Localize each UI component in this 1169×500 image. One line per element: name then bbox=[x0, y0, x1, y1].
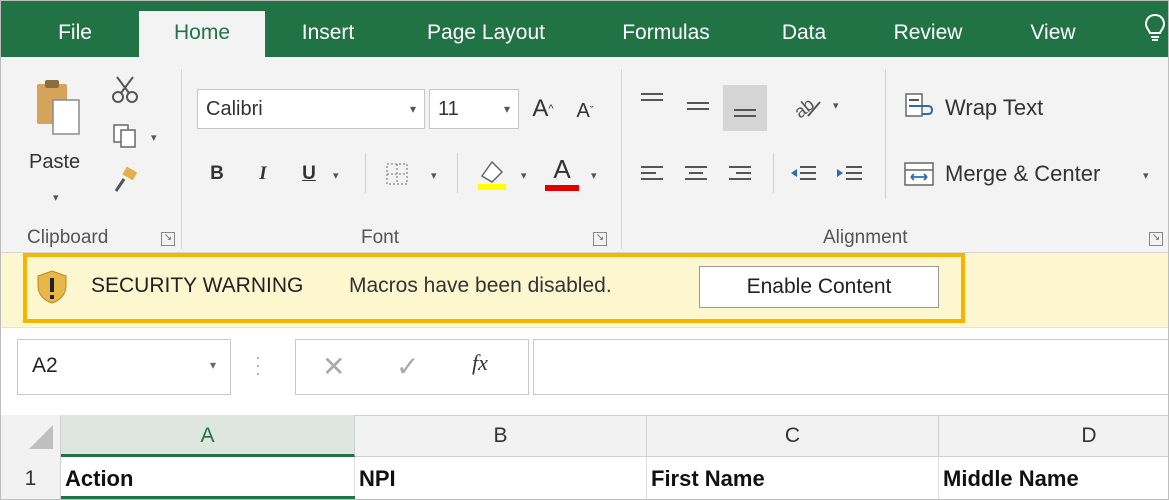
font-color-swatch bbox=[545, 185, 579, 191]
tab-page-layout[interactable]: Page Layout bbox=[405, 9, 567, 57]
copy-icon[interactable] bbox=[107, 121, 143, 151]
fill-color-icon[interactable] bbox=[471, 153, 513, 193]
alignment-launcher-icon[interactable]: ↘ bbox=[1149, 232, 1163, 246]
font-size-value: 11 bbox=[438, 98, 459, 120]
bold-button[interactable]: B bbox=[203, 157, 231, 191]
alignment-group-label: Alignment bbox=[823, 227, 908, 248]
borders-dropdown-icon[interactable]: ▾ bbox=[431, 169, 437, 182]
clipboard-launcher-icon[interactable]: ↘ bbox=[161, 232, 175, 246]
tab-review[interactable]: Review bbox=[881, 9, 975, 57]
format-painter-icon[interactable] bbox=[107, 165, 143, 195]
svg-text:ab: ab bbox=[790, 94, 818, 120]
orientation-dropdown-icon[interactable]: ▾ bbox=[833, 99, 839, 112]
underline-button[interactable]: U bbox=[295, 157, 323, 191]
decrease-font-size-icon[interactable]: Aˇ bbox=[569, 93, 601, 129]
italic-button[interactable]: I bbox=[249, 157, 277, 191]
paste-dropdown-icon[interactable]: ▾ bbox=[53, 191, 59, 204]
row-header-1[interactable]: 1 bbox=[1, 457, 61, 499]
name-box-value: A2 bbox=[32, 354, 58, 377]
font-family-select[interactable]: Calibri ▾ bbox=[197, 89, 425, 129]
borders-icon[interactable] bbox=[379, 157, 415, 191]
tab-view[interactable]: View bbox=[1011, 9, 1095, 57]
paste-label: Paste bbox=[29, 151, 81, 173]
merge-center-dropdown-icon[interactable]: ▾ bbox=[1143, 169, 1149, 182]
wrap-text-icon[interactable] bbox=[901, 89, 937, 123]
separator bbox=[181, 69, 182, 249]
confirm-icon[interactable]: ✓ bbox=[396, 350, 419, 383]
ribbon-tab-bar: File Home Insert Page Layout Formulas Da… bbox=[1, 1, 1168, 57]
lightbulb-icon[interactable] bbox=[1144, 13, 1168, 53]
chevron-down-icon: ▾ bbox=[503, 102, 510, 116]
security-warning-title: SECURITY WARNING bbox=[91, 274, 304, 297]
tab-home[interactable]: Home bbox=[139, 11, 265, 57]
column-header-b[interactable]: B bbox=[355, 415, 647, 457]
tab-formulas[interactable]: Formulas bbox=[601, 9, 731, 57]
font-size-select[interactable]: 11 ▾ bbox=[429, 89, 519, 129]
cell-a1[interactable]: Action bbox=[61, 457, 355, 499]
font-family-value: Calibri bbox=[206, 98, 263, 120]
shield-icon bbox=[35, 269, 69, 305]
align-right-icon[interactable] bbox=[723, 157, 757, 191]
paste-button[interactable] bbox=[29, 75, 89, 147]
increase-font-size-icon[interactable]: A ^ bbox=[527, 89, 559, 129]
paste-icon bbox=[37, 80, 80, 135]
column-header-a[interactable]: A bbox=[61, 415, 355, 457]
font-color-icon[interactable]: A bbox=[541, 153, 583, 193]
separator bbox=[885, 69, 886, 199]
orientation-icon[interactable]: ab bbox=[787, 87, 827, 123]
merge-center-icon[interactable] bbox=[901, 157, 937, 191]
align-center-icon[interactable] bbox=[679, 157, 713, 191]
underline-dropdown-icon[interactable]: ▾ bbox=[333, 169, 339, 182]
cell-d1[interactable]: Middle Name bbox=[939, 457, 1168, 499]
increase-indent-icon[interactable] bbox=[831, 157, 867, 191]
middle-align-icon[interactable] bbox=[681, 91, 715, 121]
chevron-down-icon: ▾ bbox=[409, 102, 416, 116]
separator bbox=[365, 153, 366, 193]
formula-buttons: ✕ ✓ fx bbox=[295, 339, 529, 395]
ribbon-home bbox=[1, 57, 1168, 253]
security-warning-message: Macros have been disabled. bbox=[349, 274, 612, 297]
tab-data[interactable]: Data bbox=[769, 9, 839, 57]
insert-function-icon[interactable]: fx bbox=[472, 350, 488, 376]
font-launcher-icon[interactable]: ↘ bbox=[593, 232, 607, 246]
excel-window: File Home Insert Page Layout Formulas Da… bbox=[0, 0, 1169, 500]
wrap-text-label[interactable]: Wrap Text bbox=[945, 95, 1043, 121]
active-cell-indicator bbox=[61, 496, 355, 499]
bottom-align-icon[interactable] bbox=[723, 85, 767, 131]
cell-b1[interactable]: NPI bbox=[355, 457, 647, 499]
align-left-icon[interactable] bbox=[635, 157, 669, 191]
merge-center-label[interactable]: Merge & Center bbox=[945, 161, 1100, 187]
cut-icon[interactable] bbox=[107, 75, 143, 105]
decrease-indent-icon[interactable] bbox=[785, 157, 821, 191]
tab-insert[interactable]: Insert bbox=[287, 9, 369, 57]
separator bbox=[773, 153, 774, 193]
fill-color-dropdown-icon[interactable]: ▾ bbox=[521, 169, 527, 182]
clipboard-group-label: Clipboard bbox=[27, 227, 109, 248]
enable-content-button[interactable]: Enable Content bbox=[699, 266, 939, 308]
copy-dropdown-icon[interactable]: ▾ bbox=[151, 131, 157, 144]
cancel-icon[interactable]: ✕ bbox=[322, 350, 345, 383]
font-color-dropdown-icon[interactable]: ▾ bbox=[591, 169, 597, 182]
top-align-icon[interactable] bbox=[635, 87, 669, 117]
name-box[interactable]: A2 ▾ bbox=[17, 339, 231, 395]
tab-file[interactable]: File bbox=[37, 9, 113, 57]
select-all-icon bbox=[29, 425, 53, 449]
font-group-label: Font bbox=[361, 227, 400, 248]
formula-input[interactable] bbox=[533, 339, 1168, 395]
separator bbox=[621, 69, 622, 249]
font-color-glyph: A bbox=[553, 153, 571, 184]
splitter-handle-icon[interactable]: · · · bbox=[255, 348, 261, 382]
chevron-down-icon[interactable]: ▾ bbox=[210, 358, 216, 372]
cell-c1[interactable]: First Name bbox=[647, 457, 939, 499]
column-header-c[interactable]: C bbox=[647, 415, 939, 457]
column-header-d[interactable]: D bbox=[939, 415, 1168, 457]
separator bbox=[457, 153, 458, 193]
